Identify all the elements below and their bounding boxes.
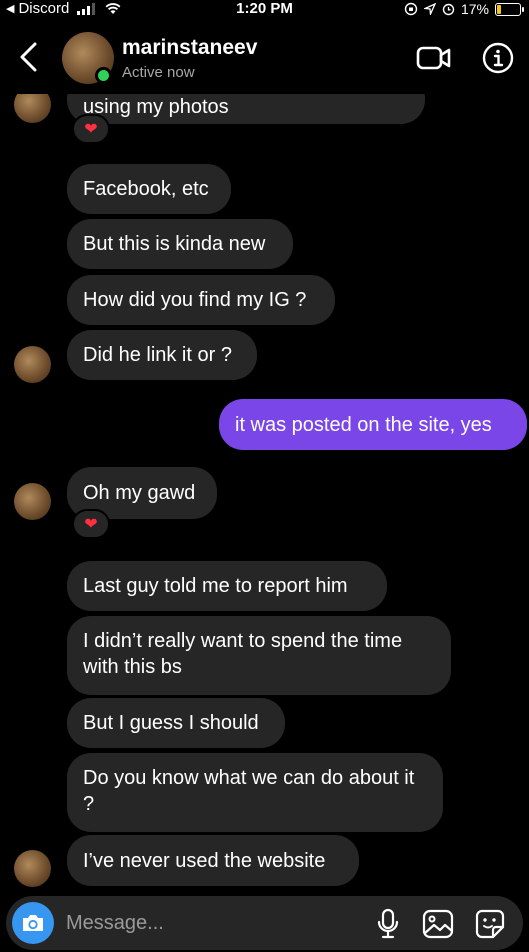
orientation-lock-icon <box>404 2 418 16</box>
message-bubble-outgoing[interactable]: it was posted on the site, yes <box>219 399 527 450</box>
message-text: Last guy told me to report him <box>83 575 348 597</box>
sender-avatar[interactable] <box>14 94 51 123</box>
microphone-icon[interactable] <box>374 908 402 940</box>
contact-name[interactable]: marinstaneev <box>122 36 257 60</box>
battery-icon <box>495 2 524 16</box>
sender-avatar[interactable] <box>14 850 51 887</box>
message-text: using my photos <box>83 96 229 118</box>
message-text: But I guess I should <box>83 712 259 734</box>
message-text: Do you know what we can do about it ? <box>83 767 415 815</box>
message-composer <box>6 896 523 950</box>
message-bubble-incoming[interactable]: I’ve never used the website <box>67 835 359 886</box>
camera-icon <box>23 915 43 931</box>
message-input[interactable] <box>66 906 366 940</box>
alarm-icon <box>442 3 455 16</box>
message-bubble-incoming[interactable]: Do you know what we can do about it ? <box>67 753 443 832</box>
heart-reaction-icon[interactable]: ❤ <box>72 509 110 539</box>
message-text: Did he link it or ? <box>83 344 232 366</box>
message-bubble-incoming[interactable]: But I guess I should <box>67 698 285 748</box>
message-thread[interactable]: using my photos ❤ Facebook, etc But this… <box>0 94 529 894</box>
message-bubble-incoming[interactable]: Last guy told me to report him <box>67 561 387 611</box>
sender-avatar[interactable] <box>14 346 51 383</box>
battery-fill <box>497 4 502 14</box>
back-chevron-icon[interactable] <box>14 40 44 74</box>
camera-button[interactable] <box>12 902 54 944</box>
sender-avatar[interactable] <box>14 483 51 520</box>
contact-activity-status: Active now <box>122 64 195 81</box>
location-icon <box>423 3 436 15</box>
message-text: How did you find my IG ? <box>83 289 307 311</box>
message-text: I didn’t really want to spend the time w… <box>83 630 403 678</box>
message-bubble-incoming[interactable]: Did he link it or ? <box>67 330 257 380</box>
status-bar: ◀ Discord 1:20 PM 17% <box>0 0 529 20</box>
message-text: it was posted on the site, yes <box>235 413 492 436</box>
message-bubble-incoming[interactable]: using my photos <box>67 94 425 124</box>
online-status-dot <box>95 67 112 84</box>
sticker-icon[interactable] <box>474 908 506 940</box>
gallery-icon[interactable] <box>422 908 454 940</box>
message-bubble-incoming[interactable]: Facebook, etc <box>67 164 231 214</box>
heart-reaction-icon[interactable]: ❤ <box>72 114 110 144</box>
message-text: Facebook, etc <box>83 178 209 200</box>
message-bubble-incoming[interactable]: I didn’t really want to spend the time w… <box>67 616 451 695</box>
video-call-icon[interactable] <box>416 44 452 72</box>
battery-percent: 17% <box>460 1 489 17</box>
info-icon[interactable] <box>482 42 514 74</box>
message-bubble-incoming[interactable]: But this is kinda new <box>67 219 293 269</box>
message-text: Oh my gawd <box>83 482 196 504</box>
message-text: I’ve never used the website <box>83 849 326 872</box>
message-text: But this is kinda new <box>83 233 266 255</box>
message-bubble-incoming[interactable]: How did you find my IG ? <box>67 275 335 325</box>
status-right: 17% <box>404 1 524 17</box>
chat-header: marinstaneev Active now <box>0 20 529 94</box>
